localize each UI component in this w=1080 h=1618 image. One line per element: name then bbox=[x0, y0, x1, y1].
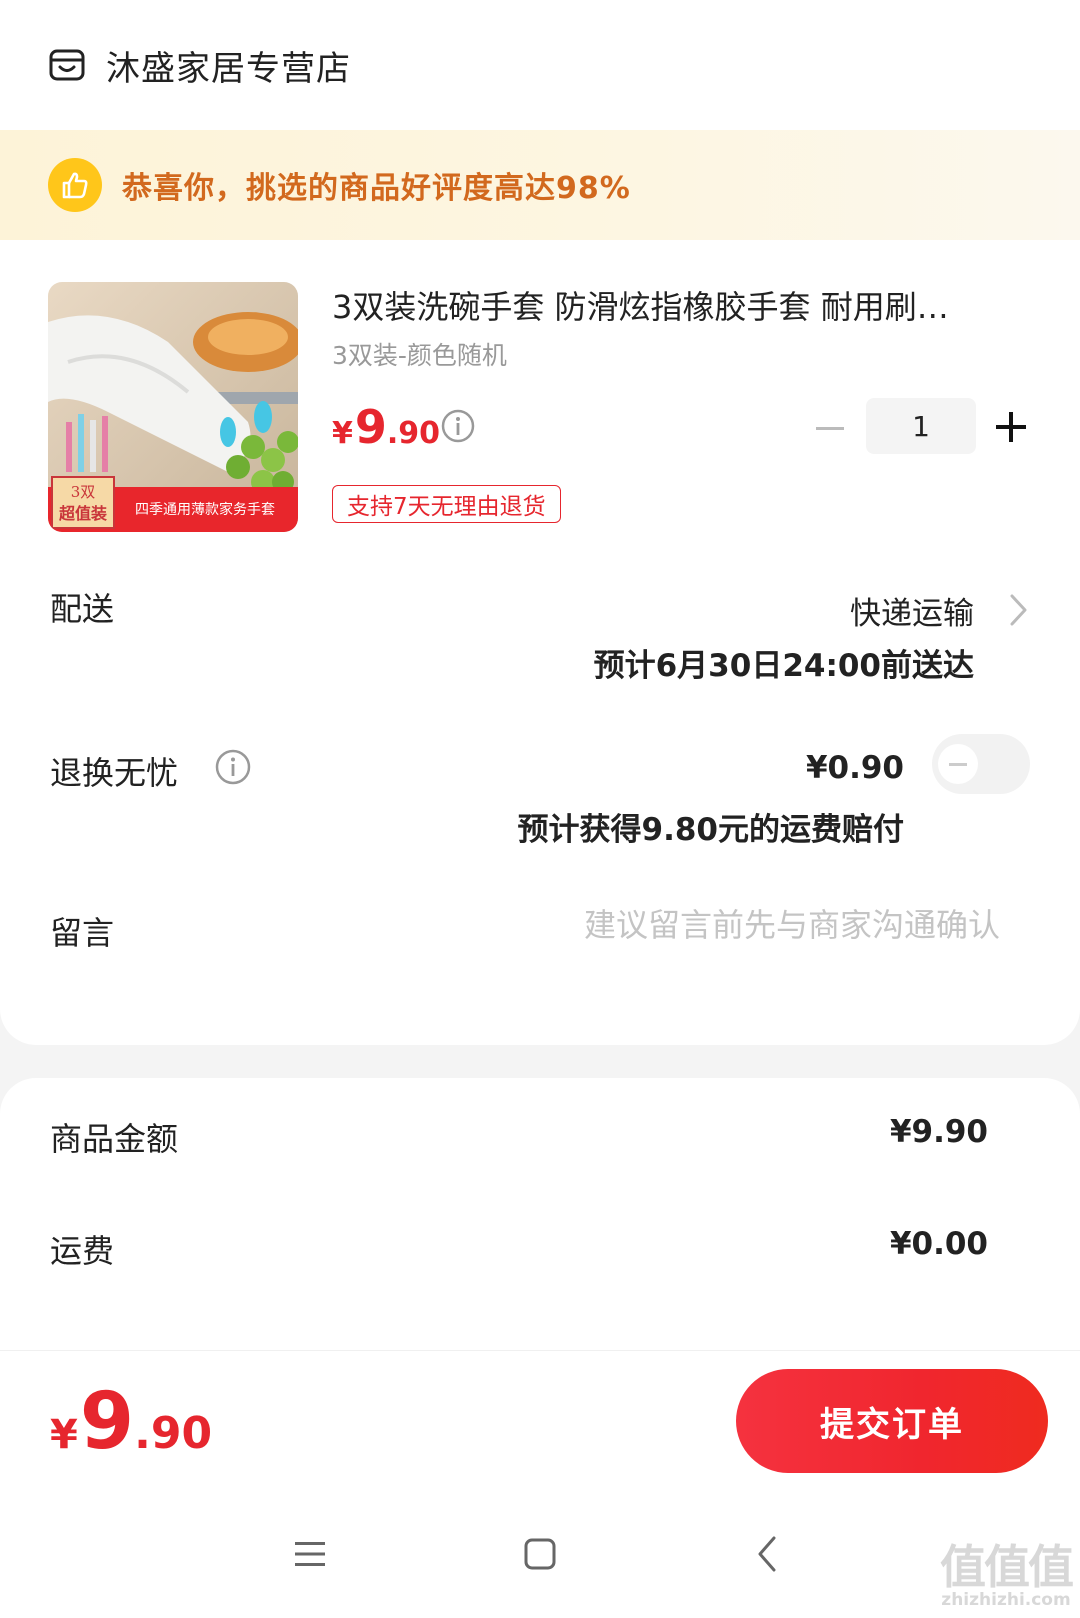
shipping-fee-value: ¥0.00 bbox=[889, 1226, 988, 1262]
toggle-knob bbox=[938, 744, 978, 784]
total-decimal: .90 bbox=[134, 1408, 213, 1459]
checkout-page: 沐盛家居专营店 恭喜你，挑选的商品好评度高达98% 3双 超值装 四季通用薄款家… bbox=[0, 0, 1080, 1618]
product-title[interactable]: 3双装洗碗手套 防滑炫指橡胶手套 耐用刷… bbox=[332, 282, 1032, 328]
promo-text: 恭喜你，挑选的商品好评度高达98% bbox=[122, 171, 631, 206]
home-icon[interactable] bbox=[512, 1526, 568, 1582]
goods-amount-value: ¥9.90 bbox=[889, 1114, 988, 1150]
total-integer: 9 bbox=[79, 1377, 135, 1467]
price-symbol: ¥ bbox=[332, 416, 353, 451]
image-badge-line2: 超值装 bbox=[58, 504, 107, 523]
back-icon[interactable] bbox=[740, 1526, 796, 1582]
total-symbol: ¥ bbox=[50, 1412, 78, 1458]
minus-icon bbox=[816, 426, 844, 430]
insurance-label: 退换无忧 bbox=[50, 754, 179, 792]
order-card: 3双 超值装 四季通用薄款家务手套 3双装洗碗手套 防滑炫指橡胶手套 耐用刷… … bbox=[0, 240, 1080, 1045]
insurance-toggle[interactable] bbox=[932, 734, 1030, 794]
product-sku[interactable]: 3双装-颜色随机 bbox=[332, 336, 507, 372]
watermark: 值值值 zhizhizhi.com bbox=[940, 1539, 1074, 1610]
checkout-bar: ¥ 9 .90 提交订单 bbox=[0, 1350, 1080, 1490]
menu-icon[interactable] bbox=[282, 1526, 338, 1582]
quantity-increase-button[interactable] bbox=[990, 406, 1032, 448]
watermark-glyphs: 值值值 bbox=[940, 1539, 1074, 1594]
product-image[interactable]: 3双 超值装 四季通用薄款家务手套 bbox=[48, 282, 298, 532]
quantity-value[interactable]: 1 bbox=[866, 398, 976, 454]
delivery-eta: 预计6月30日24:00前送达 bbox=[593, 648, 974, 684]
promo-banner: 恭喜你，挑选的商品好评度高达98% bbox=[0, 130, 1080, 240]
system-nav-bar: 值值值 zhizhizhi.com bbox=[0, 1490, 1080, 1618]
delivery-method[interactable]: 快递运输 bbox=[850, 588, 974, 633]
price-integer: 9 bbox=[354, 400, 387, 454]
store-name[interactable]: 沐盛家居专营店 bbox=[106, 41, 351, 90]
shipping-fee-label: 运费 bbox=[50, 1232, 115, 1270]
chevron-right-icon[interactable] bbox=[1006, 590, 1032, 630]
insurance-price: ¥0.90 bbox=[805, 750, 904, 786]
price-summary-card: 商品金额 ¥9.90 运费 ¥0.00 bbox=[0, 1078, 1080, 1378]
price-info-icon[interactable] bbox=[440, 408, 476, 444]
watermark-url: zhizhizhi.com bbox=[941, 1589, 1071, 1610]
thumbs-up-icon bbox=[48, 158, 102, 212]
quantity-decrease-button[interactable] bbox=[812, 410, 848, 446]
image-badge-line1: 3双 bbox=[71, 483, 96, 501]
minus-icon bbox=[949, 762, 967, 766]
delivery-label: 配送 bbox=[50, 590, 115, 628]
message-label: 留言 bbox=[50, 914, 115, 952]
store-header: 沐盛家居专营店 bbox=[0, 0, 1080, 130]
insurance-description: 预计获得9.80元的运费赔付 bbox=[517, 812, 905, 848]
goods-amount-label: 商品金额 bbox=[50, 1120, 179, 1158]
submit-order-button[interactable]: 提交订单 bbox=[736, 1369, 1048, 1473]
message-input[interactable] bbox=[460, 900, 1000, 950]
return-policy-tag: 支持7天无理由退货 bbox=[332, 485, 561, 523]
store-icon bbox=[49, 49, 85, 81]
product-price: ¥ 9 .90 bbox=[332, 400, 440, 454]
image-caption: 四季通用薄款家务手套 bbox=[135, 501, 275, 518]
price-decimal: .90 bbox=[386, 416, 441, 451]
total-price: ¥ 9 .90 bbox=[50, 1377, 212, 1467]
insurance-info-icon[interactable] bbox=[214, 748, 252, 786]
